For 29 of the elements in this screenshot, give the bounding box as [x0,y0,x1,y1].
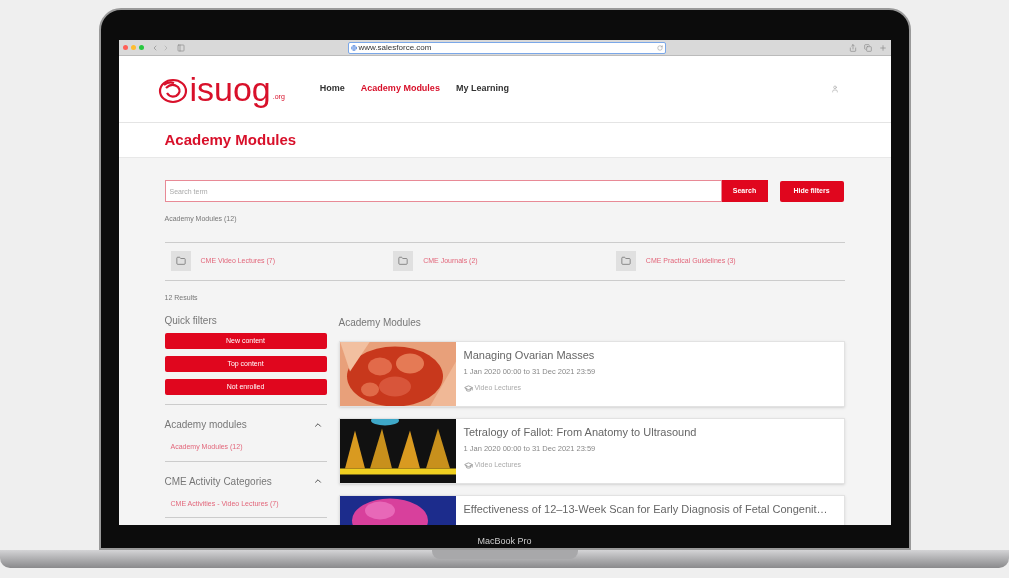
user-icon[interactable] [830,85,839,93]
globe-icon [350,44,357,51]
device-label: MacBook Pro [477,534,532,548]
share-icon[interactable] [848,43,857,52]
nav-link[interactable]: My Learning [455,82,509,96]
nav-link[interactable]: Home [319,82,345,96]
graduation-cap-icon [463,461,473,470]
page-title: Academy Modules [164,129,297,150]
filter-group-heading[interactable]: CME Activity Categories [164,473,272,489]
folder-icon [170,251,191,271]
logo-icon [157,78,188,104]
url-text: www.salesforce.com [358,43,432,52]
folder-icon [615,251,636,271]
module-title: Managing Ovarian Masses [463,348,596,362]
graduation-cap-icon [463,384,473,393]
filter-group-heading[interactable]: Academy modules [164,417,247,432]
module-card[interactable]: Effectiveness of 12–13-Week Scan for Early Diagnosis of Fetal Congenit… [338,495,845,525]
new-tab-icon[interactable] [878,43,887,52]
module-title: Tetralogy of Fallot: From Anatomy to Ultrasound [463,425,697,439]
nav-link[interactable]: Academy Modules [360,82,440,96]
reload-icon[interactable] [656,44,663,51]
module-title: Effectiveness of 12–13-Week Scan for Early Diagnosis of Fetal Congenit… [463,502,828,516]
tabs-icon[interactable] [863,43,872,52]
chevron-up-icon[interactable] [312,476,323,486]
folder-icon [393,251,414,271]
address-bar[interactable]: www.salesforce.com [347,41,666,54]
quick-filters-heading: Quick filters [164,314,218,328]
sidebar-icon[interactable] [176,43,185,52]
list-heading: Academy Modules [338,316,422,330]
